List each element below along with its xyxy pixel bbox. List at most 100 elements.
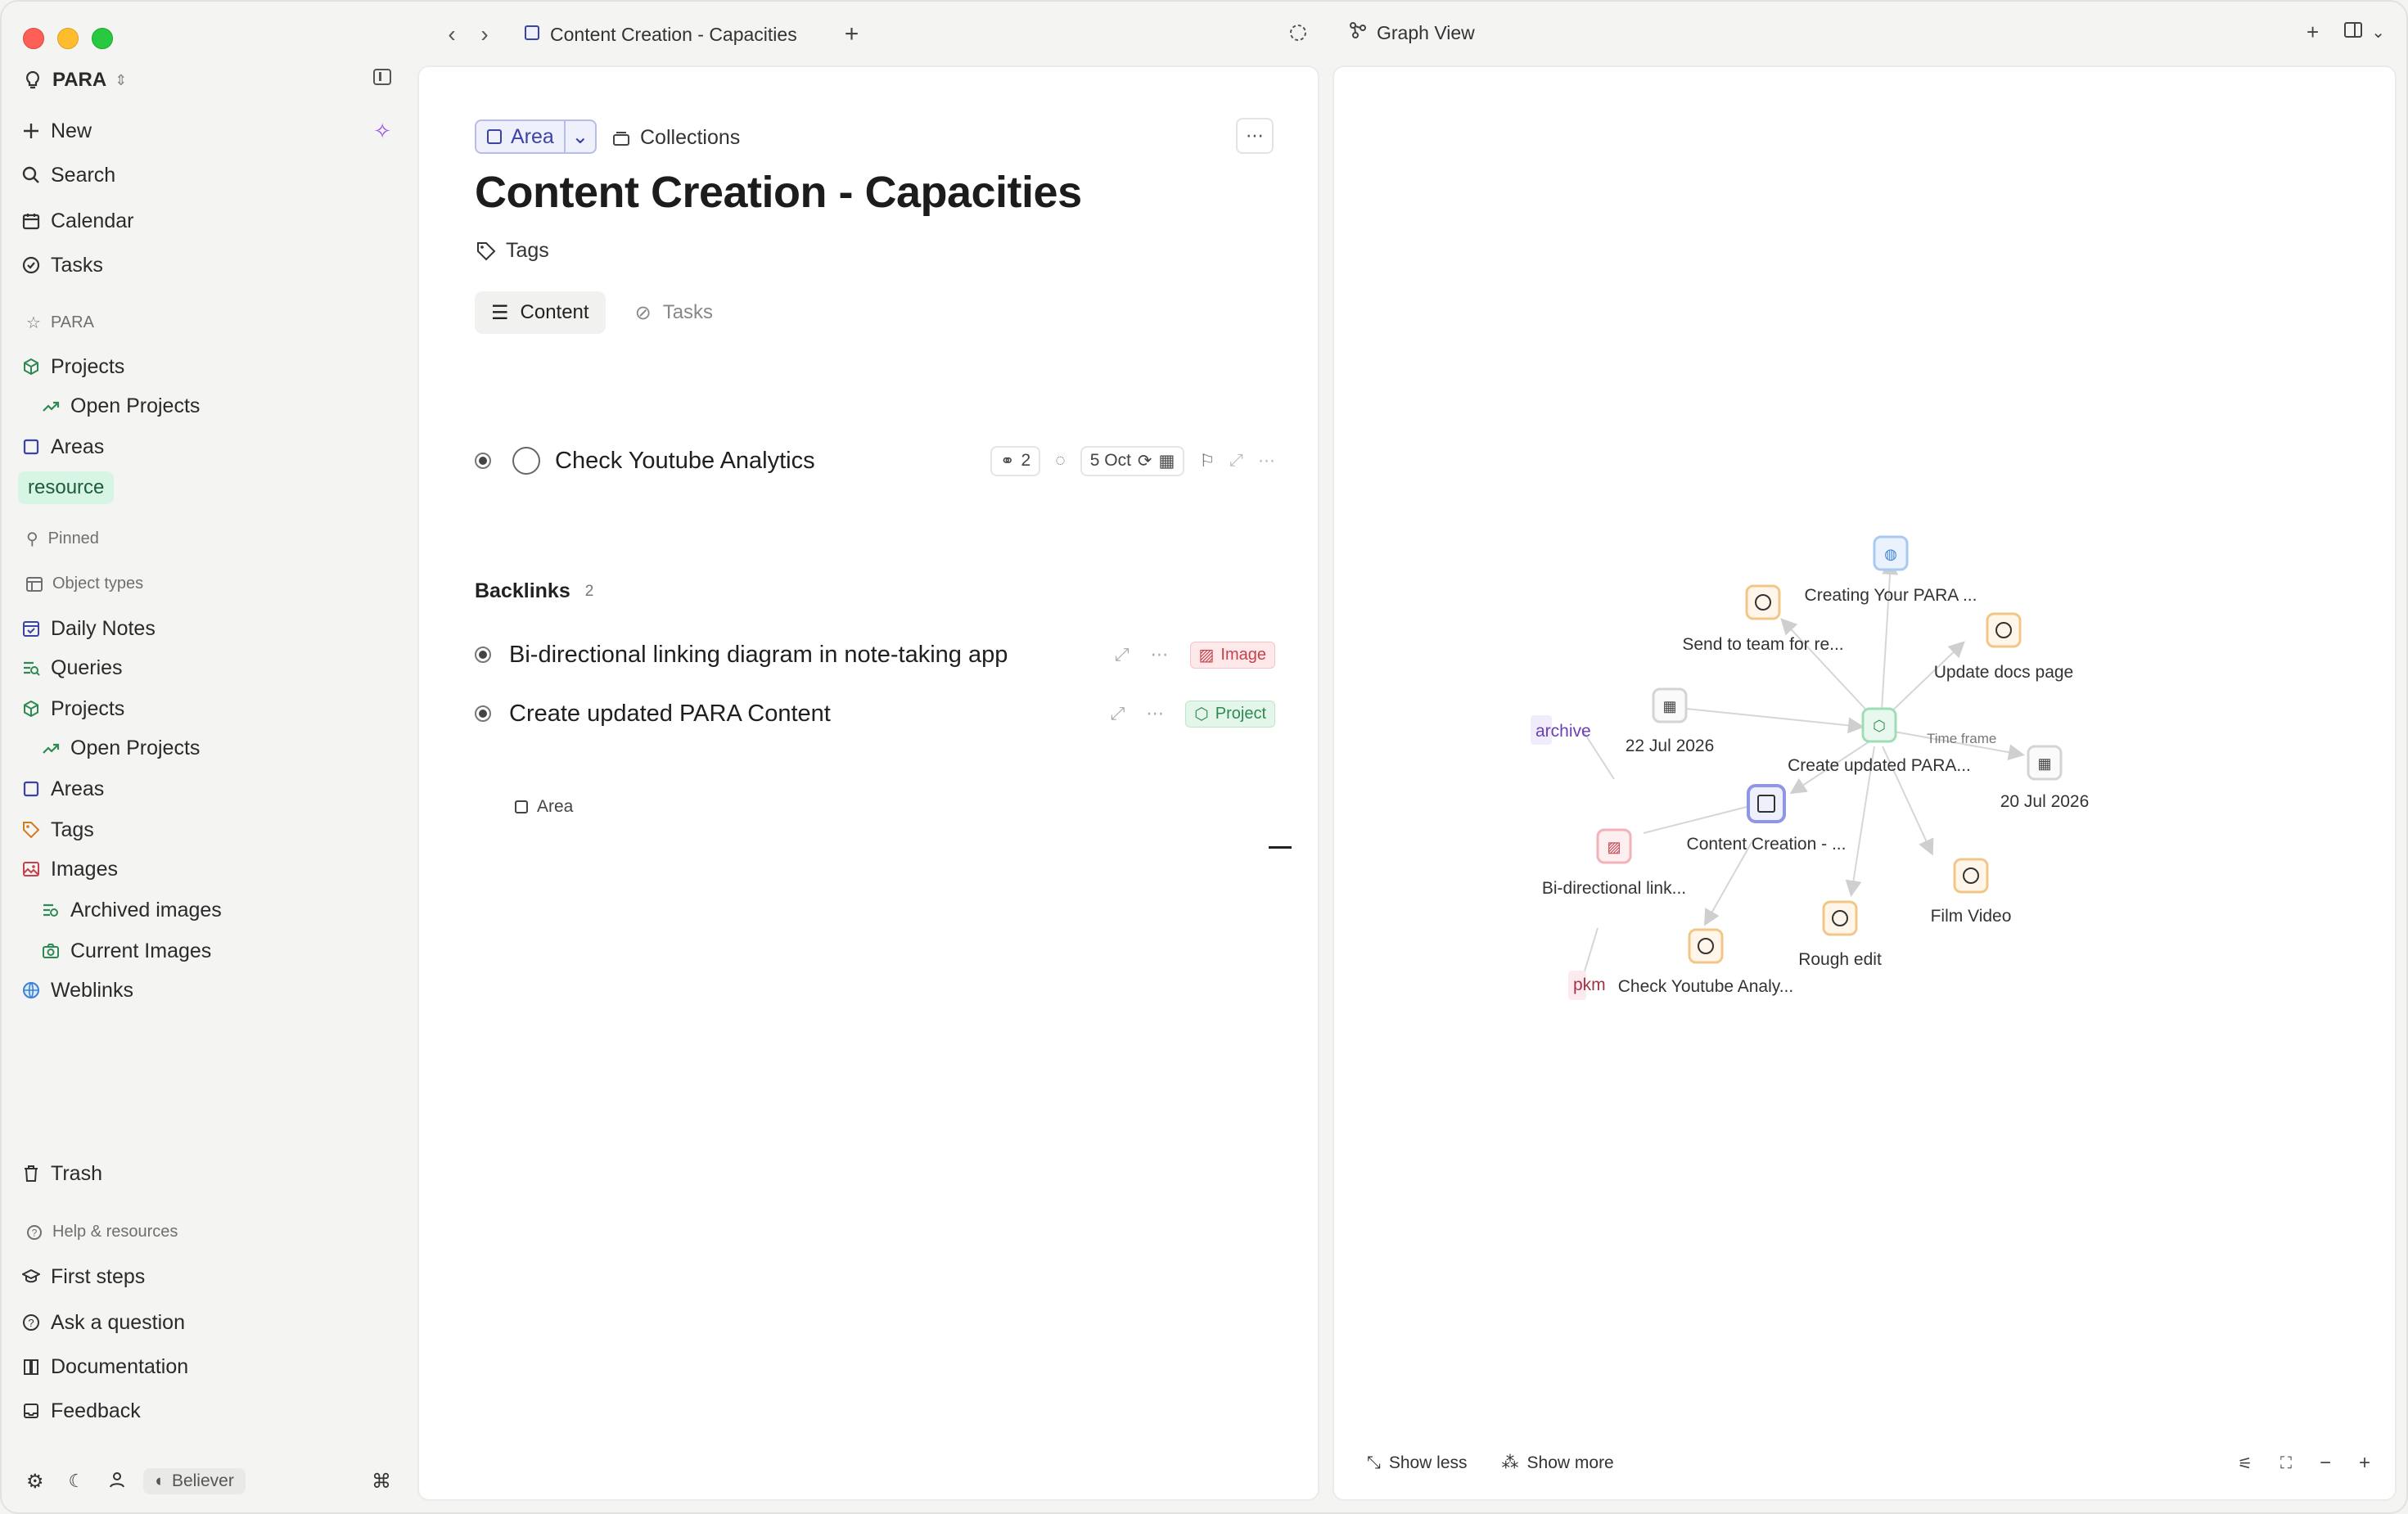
- sidebar-tasks[interactable]: Tasks: [20, 247, 391, 283]
- sidebar-item-images[interactable]: Images: [20, 851, 391, 887]
- sidebar-item-archived-images[interactable]: Archived images: [39, 892, 391, 928]
- sidebar-toggle-icon[interactable]: [373, 69, 391, 85]
- node-label: Rough edit: [1798, 950, 1882, 969]
- graph-node-update-docs[interactable]: Update docs page: [1934, 612, 2073, 682]
- graph-node-content-creation[interactable]: Content Creation - ...: [1687, 784, 1847, 854]
- sidebar-calendar[interactable]: Calendar: [20, 203, 391, 239]
- more-icon[interactable]: ⋯: [1258, 451, 1275, 471]
- sidebar-bottom-bar: ⚙ ☾ ◐ Believer ⌘: [26, 1465, 391, 1498]
- workspace-switcher[interactable]: PARA ⇕: [25, 65, 391, 95]
- more-options-button[interactable]: ⋯: [1236, 118, 1274, 154]
- backlink-title[interactable]: Bi-directional linking diagram in note-t…: [509, 642, 1008, 669]
- back-button[interactable]: ‹: [435, 21, 468, 47]
- fullscreen-icon[interactable]: ⛶: [2280, 1454, 2292, 1473]
- settings-icon[interactable]: ⚙: [26, 1470, 44, 1494]
- collections-button[interactable]: Collections: [612, 126, 740, 150]
- graduation-cap-icon: [20, 1268, 43, 1286]
- new-tab-button[interactable]: +: [845, 20, 859, 48]
- tags-field[interactable]: Tags: [476, 239, 549, 263]
- sidebar-item-tags[interactable]: Tags: [20, 812, 391, 848]
- status-icon[interactable]: ◌: [1055, 451, 1065, 471]
- flag-icon[interactable]: ⚐: [1199, 451, 1215, 471]
- expand-icon[interactable]: ⤢: [1115, 644, 1130, 665]
- bullet-icon[interactable]: [475, 647, 491, 663]
- backlink-row[interactable]: Bi-directional linking diagram in note-t…: [475, 635, 1275, 674]
- expand-icon[interactable]: ⤢: [1229, 451, 1243, 471]
- task-row[interactable]: Check Youtube Analytics ⚭ 2 ◌ 5 Oct ⟳ ▦ …: [475, 439, 1275, 483]
- help-documentation[interactable]: Documentation: [20, 1349, 391, 1385]
- tab-tasks[interactable]: ⊘ Tasks: [619, 291, 729, 334]
- split-view-icon[interactable]: [2343, 20, 2363, 45]
- backlink-title[interactable]: Create updated PARA Content: [509, 701, 831, 728]
- graph-node-20-jul[interactable]: ▦ 20 Jul 2026: [2000, 745, 2090, 811]
- tab-content[interactable]: ☰ Content: [475, 291, 606, 334]
- backlink-area-ref[interactable]: Area: [514, 797, 573, 817]
- show-less-button[interactable]: ⤡ Show less: [1367, 1453, 1468, 1473]
- sidebar-item-areas-type[interactable]: Areas: [20, 771, 391, 807]
- user-icon[interactable]: [109, 1471, 125, 1492]
- graph-node-archive-tag[interactable]: archive: [1531, 715, 1591, 745]
- sidebar-item-queries[interactable]: Queries: [20, 650, 391, 686]
- sidebar-item-areas[interactable]: Areas: [20, 429, 391, 465]
- chevron-down-icon[interactable]: ⌄: [2371, 22, 2385, 43]
- graph-node-check-youtube[interactable]: Check Youtube Analy...: [1618, 928, 1793, 996]
- sidebar-item-open-projects-type[interactable]: Open Projects: [39, 730, 391, 766]
- object-type-chip[interactable]: Area ⌄: [475, 119, 597, 154]
- bullet-icon[interactable]: [475, 705, 491, 722]
- type-badge-image[interactable]: ▨ Image: [1189, 641, 1275, 669]
- forward-button[interactable]: ›: [468, 21, 501, 47]
- graph-node-bi-directional[interactable]: ▨ Bi-directional link...: [1542, 828, 1686, 898]
- help-feedback[interactable]: Feedback: [20, 1393, 391, 1429]
- plan-badge[interactable]: ◐ Believer: [143, 1468, 246, 1494]
- section-help[interactable]: ? Help & resources: [26, 1223, 178, 1241]
- section-pinned[interactable]: ⚲ Pinned: [26, 529, 99, 549]
- section-para[interactable]: ☆ PARA: [26, 313, 94, 333]
- sliders-icon[interactable]: ⚟: [2238, 1453, 2252, 1474]
- graph-canvas[interactable]: Time frame ◍ Creating Your PARA ... Send…: [1334, 67, 2395, 1499]
- expand-icon[interactable]: ⤢: [1111, 703, 1125, 724]
- help-first-steps[interactable]: First steps: [20, 1259, 391, 1295]
- sidebar-search[interactable]: Search: [20, 157, 391, 193]
- sidebar-item-projects-type[interactable]: Projects: [20, 691, 391, 727]
- backlinks-header[interactable]: Backlinks 2: [475, 579, 593, 603]
- backlink-row[interactable]: Create updated PARA Content ⤢ ⋯ ⬡ Projec…: [475, 694, 1275, 733]
- add-panel-button[interactable]: +: [2307, 20, 2319, 45]
- chevron-down-icon[interactable]: ⌄: [563, 121, 595, 152]
- sidebar-trash[interactable]: Trash: [20, 1156, 391, 1192]
- graph-node-rough-edit[interactable]: Rough edit: [1798, 900, 1882, 969]
- sidebar-item-weblinks[interactable]: Weblinks: [20, 972, 391, 1008]
- show-more-button[interactable]: ⁂ Show more: [1502, 1453, 1614, 1473]
- task-links-badge[interactable]: ⚭ 2: [990, 445, 1041, 476]
- globe-icon: ◍: [1884, 546, 1897, 562]
- task-title[interactable]: Check Youtube Analytics: [555, 448, 815, 475]
- sidebar-item-open-projects[interactable]: Open Projects: [39, 388, 391, 424]
- page-title[interactable]: Content Creation - Capacities: [475, 167, 1082, 218]
- zoom-out-button[interactable]: −: [2320, 1452, 2331, 1475]
- app-window: PARA ⇕ New ✧ Search Calendar Tasks ☆ PAR…: [0, 0, 2408, 1514]
- help-ask-question[interactable]: ? Ask a question: [20, 1304, 391, 1341]
- tab-graph-view[interactable]: Graph View: [1349, 21, 1475, 44]
- tab-content-creation[interactable]: Content Creation - Capacities: [524, 24, 797, 46]
- sidebar-item-daily-notes[interactable]: Daily Notes: [20, 611, 391, 647]
- section-object-types[interactable]: Object types: [26, 575, 143, 593]
- sidebar-new[interactable]: New ✧: [20, 113, 391, 149]
- command-icon[interactable]: ⌘: [372, 1470, 391, 1494]
- type-badge-project[interactable]: ⬡ Project: [1185, 700, 1275, 728]
- moon-icon[interactable]: ☾: [69, 1471, 85, 1492]
- task-date-badge[interactable]: 5 Oct ⟳ ▦: [1080, 445, 1185, 476]
- graph-node-pkm-tag[interactable]: pkm: [1568, 971, 1606, 1000]
- sync-icon[interactable]: [1288, 23, 1308, 47]
- more-icon[interactable]: ⋯: [1151, 644, 1169, 665]
- graph-node-creating-para[interactable]: ◍ Creating Your PARA ...: [1805, 535, 1977, 605]
- sparkle-icon[interactable]: ✧: [373, 119, 391, 144]
- graph-node-22-jul[interactable]: ▦ 22 Jul 2026: [1626, 687, 1715, 755]
- zoom-in-button[interactable]: +: [2359, 1452, 2370, 1475]
- sidebar-item-current-images[interactable]: Current Images: [39, 933, 391, 969]
- bullet-icon[interactable]: [475, 453, 491, 469]
- tab-bar: ‹ › Content Creation - Capacities +: [435, 18, 859, 51]
- task-checkbox[interactable]: [512, 447, 540, 475]
- sidebar-item-projects[interactable]: Projects: [20, 349, 391, 385]
- more-icon[interactable]: ⋯: [1146, 703, 1164, 724]
- tag-resource[interactable]: resource: [18, 471, 115, 504]
- graph-node-film-video[interactable]: Film Video: [1931, 858, 2012, 926]
